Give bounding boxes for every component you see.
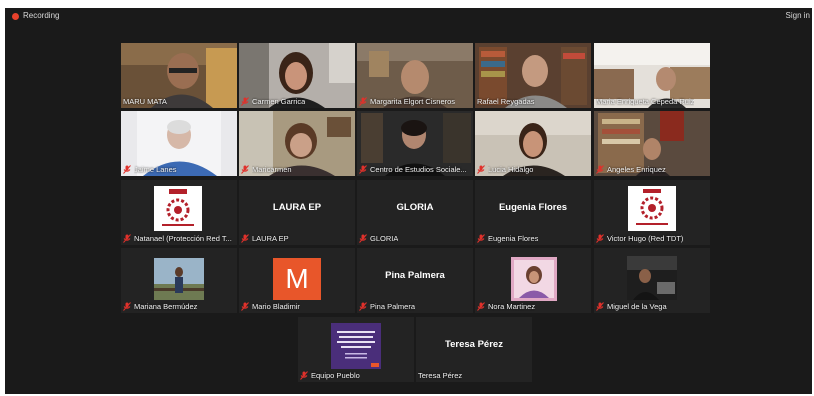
participant-name: Centro de Estudios Sociale... xyxy=(370,165,467,174)
zoom-window: Recording Sign in MARU MATA Carmen Garri… xyxy=(5,8,812,394)
participant-tile[interactable]: Natanael (Protección Red T... xyxy=(121,180,237,245)
mic-muted-icon xyxy=(596,302,604,311)
recording-icon xyxy=(12,13,19,20)
participant-name: Eugenia Flores xyxy=(488,234,539,243)
participant-tile[interactable]: GLORIA GLORIA xyxy=(357,180,473,245)
mic-muted-icon xyxy=(359,97,367,106)
participant-name: Jaime Lanes xyxy=(134,165,177,174)
profile-photo xyxy=(627,256,677,300)
participant-tile[interactable]: Lucia Hidalgo xyxy=(475,111,591,176)
participant-name: Teresa Pérez xyxy=(418,371,463,380)
mic-muted-icon xyxy=(359,302,367,311)
participant-tile[interactable]: Eugenia Flores Eugenia Flores xyxy=(475,180,591,245)
participant-name: Lucia Hidalgo xyxy=(488,165,534,174)
participant-display-name: GLORIA xyxy=(396,202,434,213)
participant-name: LAURA EP xyxy=(252,234,289,243)
participant-tile-active-speaker[interactable]: Rafael Reygadas xyxy=(475,43,591,108)
participant-tile[interactable]: Margarita Elgort Cisneros xyxy=(357,43,473,108)
participant-display-name: Eugenia Flores xyxy=(498,202,568,213)
participant-tile[interactable]: Jaime Lanes xyxy=(121,111,237,176)
participant-tile[interactable]: Angeles Enriquez xyxy=(594,111,710,176)
mic-muted-icon xyxy=(123,165,131,174)
top-bar: Recording Sign in xyxy=(5,8,812,26)
participant-display-name: Pina Palmera xyxy=(385,270,445,281)
participant-tile[interactable]: Maricarmen xyxy=(239,111,355,176)
mic-muted-icon xyxy=(477,234,485,243)
mic-muted-icon xyxy=(241,234,249,243)
participant-tile[interactable]: Mariana Bermúdez xyxy=(121,248,237,313)
participant-tile[interactable]: Miguel de la Vega xyxy=(594,248,710,313)
participant-name: GLORIA xyxy=(370,234,399,243)
mic-muted-icon xyxy=(241,165,249,174)
participant-display-name: LAURA EP xyxy=(272,202,322,213)
red-tdt-logo-icon xyxy=(628,186,676,231)
mic-muted-icon xyxy=(359,234,367,243)
participant-name: Miguel de la Vega xyxy=(607,302,667,311)
participant-tile[interactable]: Pina Palmera Pina Palmera xyxy=(357,248,473,313)
event-poster-image xyxy=(331,323,381,369)
mic-muted-icon xyxy=(359,165,367,174)
participant-name: Angeles Enriquez xyxy=(607,165,666,174)
participant-name: Margarita Elgort Cisneros xyxy=(370,97,456,106)
mic-muted-icon xyxy=(596,234,604,243)
mic-muted-icon xyxy=(477,165,485,174)
red-tdt-logo-icon xyxy=(154,186,202,231)
participant-name: Mario Bladimir xyxy=(252,302,300,311)
participant-tile[interactable]: MARU MATA xyxy=(121,43,237,108)
mic-muted-icon xyxy=(477,302,485,311)
mic-muted-icon xyxy=(241,302,249,311)
recording-label: Recording xyxy=(23,11,60,20)
participant-name: Nora Martinez xyxy=(488,302,536,311)
participant-tile[interactable]: Centro de Estudios Sociale... xyxy=(357,111,473,176)
mic-muted-icon xyxy=(123,302,131,311)
participant-name: Rafael Reygadas xyxy=(477,97,535,106)
participant-tile[interactable]: Maria Enriqueta Cepeda Ruiz xyxy=(594,43,710,108)
participant-tile[interactable]: Carmen Garrica xyxy=(239,43,355,108)
participant-tile[interactable]: Equipo Pueblo xyxy=(298,317,414,382)
sign-in-link[interactable]: Sign in xyxy=(786,11,810,20)
participant-tile[interactable]: Teresa Pérez Teresa Pérez xyxy=(416,317,532,382)
participant-name: Mariana Bermúdez xyxy=(134,302,198,311)
mic-muted-icon xyxy=(596,165,604,174)
participant-name: Equipo Pueblo xyxy=(311,371,360,380)
mic-muted-icon xyxy=(241,97,249,106)
participant-name: MARU MATA xyxy=(123,97,167,106)
participant-tile[interactable]: LAURA EP LAURA EP xyxy=(239,180,355,245)
participant-name: Maria Enriqueta Cepeda Ruiz xyxy=(596,97,695,106)
participant-name: Maricarmen xyxy=(252,165,292,174)
participant-name: Pina Palmera xyxy=(370,302,416,311)
participant-tile[interactable]: M Mario Bladimir xyxy=(239,248,355,313)
participant-name: Victor Hugo (Red TDT) xyxy=(607,234,684,243)
participant-display-name: Teresa Pérez xyxy=(445,339,503,350)
profile-photo xyxy=(511,257,557,301)
profile-photo xyxy=(154,258,204,300)
avatar: M xyxy=(273,258,321,300)
participant-tile[interactable]: Nora Martinez xyxy=(475,248,591,313)
participant-tile[interactable]: Victor Hugo (Red TDT) xyxy=(594,180,710,245)
participant-name: Carmen Garrica xyxy=(252,97,306,106)
mic-muted-icon xyxy=(123,234,131,243)
mic-muted-icon xyxy=(300,371,308,380)
participant-name: Natanael (Protección Red T... xyxy=(134,234,232,243)
